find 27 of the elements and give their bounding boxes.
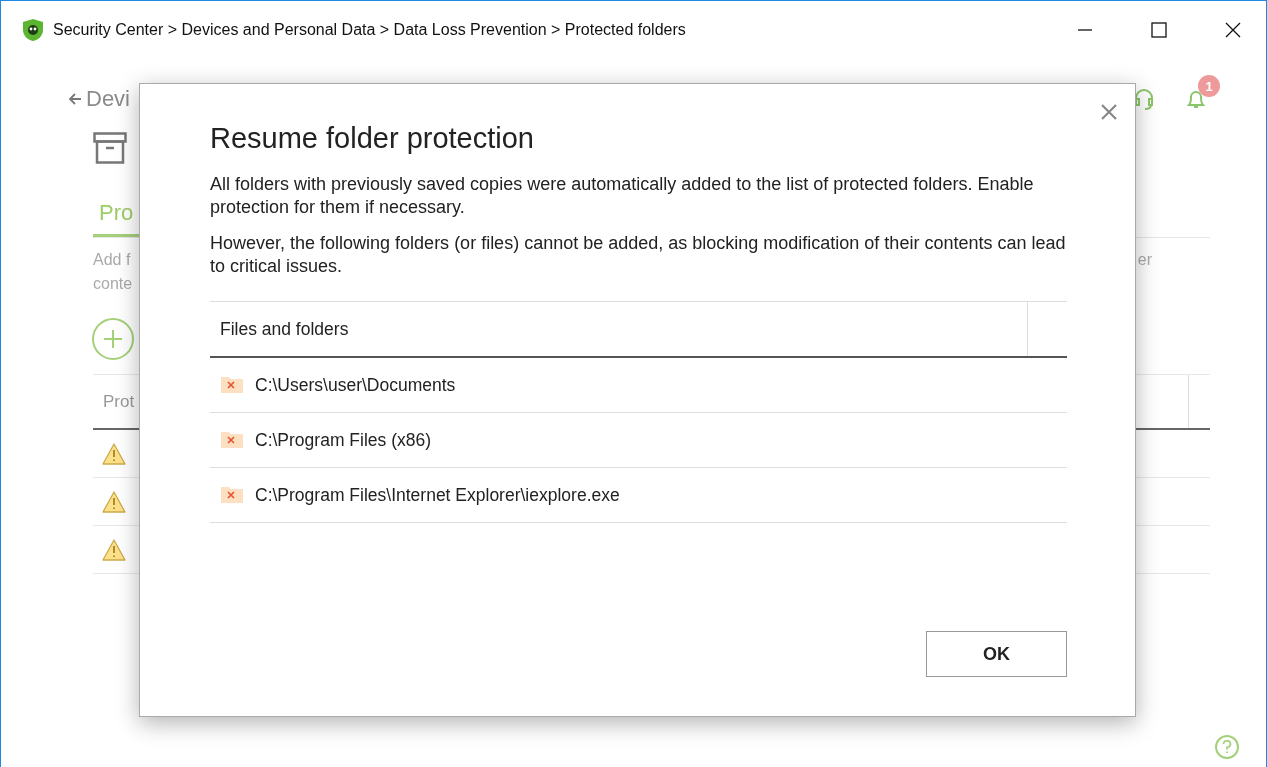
maximize-icon[interactable] xyxy=(1151,22,1167,38)
back-link[interactable]: Devi xyxy=(68,86,1106,112)
archive-box-icon xyxy=(93,132,127,164)
path-text: C:\Users\user\Documents xyxy=(255,374,456,396)
plus-icon xyxy=(102,328,124,350)
blocked-folder-icon xyxy=(221,432,243,448)
back-arrow-icon xyxy=(68,92,82,106)
description-text: Add f conte xyxy=(93,250,133,294)
description-text: er xyxy=(1137,250,1152,270)
add-button[interactable] xyxy=(92,318,134,360)
path-text: C:\Program Files (x86) xyxy=(255,429,431,451)
shield-logo-icon xyxy=(21,18,45,42)
blocked-folder-icon xyxy=(221,487,243,503)
dialog-paragraph: All folders with previously saved copies were automatically added to the list of protected folders. Enable protection for them if necessary. xyxy=(210,173,1035,219)
breadcrumb-title: Security Center > Devices and Personal Data > Data Loss Prevention > Protected folders xyxy=(53,21,687,39)
dialog-title: Resume folder protection xyxy=(210,122,535,155)
warning-icon xyxy=(102,490,126,513)
path-text: C:\Program Files\Internet Explorer\iexplore.exe xyxy=(255,484,620,506)
column-header: Files and folders xyxy=(220,318,350,340)
notification-badge: 1 xyxy=(1198,75,1220,97)
close-icon[interactable] xyxy=(1225,22,1241,38)
warning-icon xyxy=(102,442,126,465)
dialog-paragraph: However, the following folders (or files) cannot be added, as blocking modification of their contents can lead to critical issues. xyxy=(210,232,1067,278)
ok-button[interactable]: OK xyxy=(926,631,1067,677)
column-header: Prot xyxy=(103,391,136,412)
blocked-folder-icon xyxy=(221,377,243,393)
warning-icon xyxy=(102,538,126,561)
